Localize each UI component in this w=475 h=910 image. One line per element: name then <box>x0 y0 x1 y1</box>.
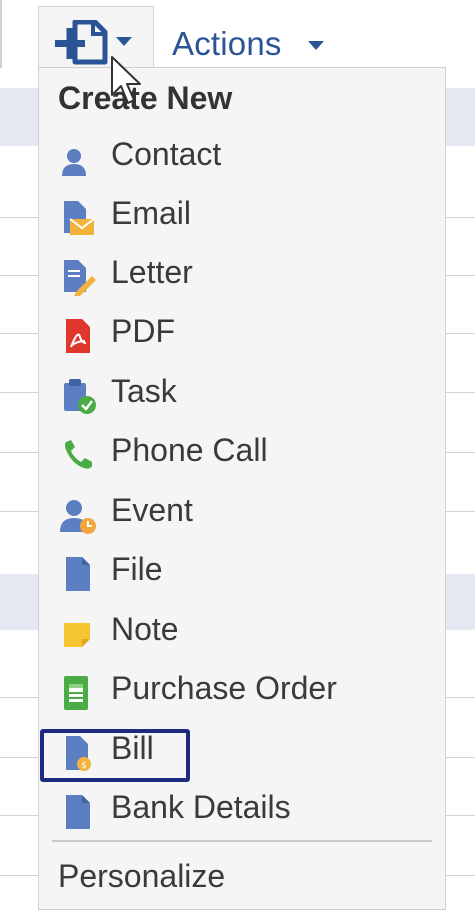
contact-icon <box>62 149 86 176</box>
page-left-border <box>0 0 2 68</box>
actions-menu-button[interactable]: Actions <box>172 25 282 63</box>
menu-item-label: File <box>111 551 163 587</box>
menu-item-label: Contact <box>111 136 222 172</box>
task-icon <box>64 379 96 414</box>
menu-item-contact[interactable]: Contact <box>58 132 438 184</box>
menu-item-label: Task <box>111 373 177 409</box>
menu-item-label: PDF <box>111 313 175 349</box>
menu-item-bank-details[interactable]: Bank Details <box>58 785 438 837</box>
letter-icon <box>64 260 96 296</box>
menu-item-note[interactable]: Note <box>58 607 438 659</box>
bank-details-icon <box>66 795 90 829</box>
file-icon <box>66 557 90 591</box>
menu-item-label: Letter <box>111 254 193 290</box>
menu-divider <box>52 840 432 842</box>
menu-item-label: Note <box>111 611 179 647</box>
pdf-icon <box>66 319 90 353</box>
event-icon <box>60 500 96 534</box>
menu-item-email[interactable]: Email <box>58 191 438 243</box>
menu-item-event[interactable]: Event <box>58 488 438 540</box>
chevron-down-icon[interactable] <box>308 41 324 50</box>
menu-item-label: Purchase Order <box>111 670 337 706</box>
menu-item-task[interactable]: Task <box>58 369 438 421</box>
menu-item-phone-call[interactable]: Phone Call <box>58 428 438 480</box>
chevron-down-icon[interactable] <box>116 37 132 46</box>
menu-item-label: Phone Call <box>111 432 268 468</box>
menu-item-pdf[interactable]: PDF <box>58 309 438 361</box>
purchase-order-icon <box>64 676 88 710</box>
mouse-cursor-icon <box>111 56 141 104</box>
menu-item-label: Event <box>111 492 193 528</box>
menu-item-file[interactable]: File <box>58 547 438 599</box>
menu-item-label: Email <box>111 195 192 231</box>
note-icon <box>64 623 90 647</box>
highlight-box <box>40 729 190 782</box>
email-icon <box>64 201 95 235</box>
menu-item-label: Bank Details <box>111 789 291 825</box>
phone-call-icon <box>65 440 92 469</box>
menu-item-letter[interactable]: Letter <box>58 250 438 302</box>
menu-item-purchase-order[interactable]: Purchase Order <box>58 666 438 718</box>
new-document-plus-icon[interactable] <box>55 20 109 68</box>
menu-item-personalize[interactable]: Personalize <box>58 858 225 895</box>
